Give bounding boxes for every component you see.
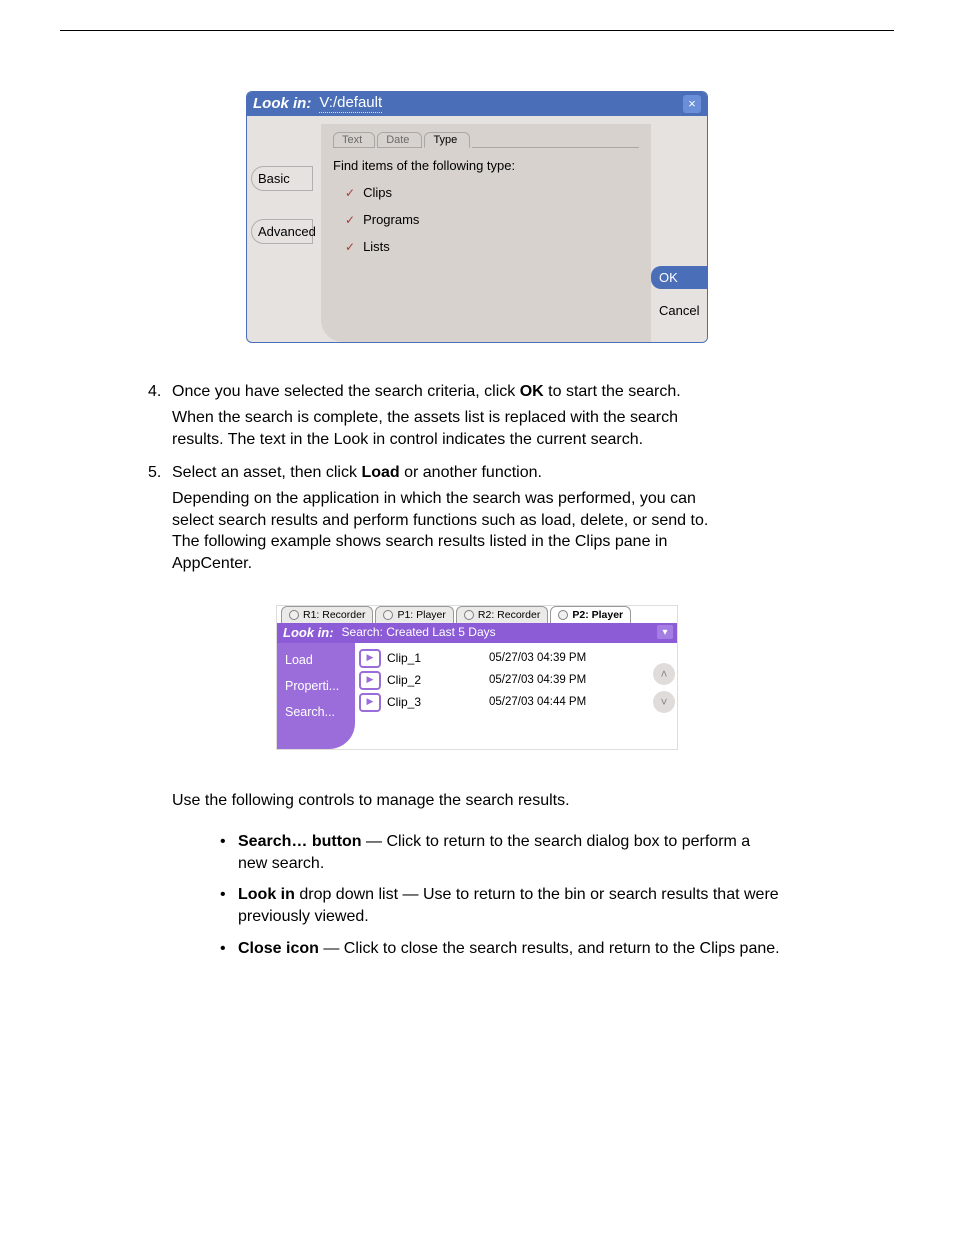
lookin-label: Look in: [253,95,311,112]
list-item[interactable]: ▶ Clip_2 05/27/03 04:39 PM [359,671,673,690]
use-controls-text: Use the following controls to manage the… [172,790,732,812]
tab-advanced[interactable]: Advanced [251,219,313,244]
lookin-value: Search: Created Last 5 Days [342,625,657,639]
step-number-4: 4. [148,383,172,401]
step-5-description: Depending on the application in which th… [172,488,732,574]
properties-button[interactable]: Properti... [285,679,355,693]
clip-name: Clip_2 [387,673,421,687]
clip-icon: ▶ [359,671,381,690]
status-dot-icon [464,610,474,620]
check-programs[interactable]: ✓ Programs [345,212,639,227]
top-horizontal-rule [60,30,894,31]
list-item[interactable]: ▶ Clip_3 05/27/03 04:44 PM [359,693,673,712]
tab-r1-recorder[interactable]: R1: Recorder [281,606,373,623]
lookin-dropdown-icon[interactable]: ▾ [657,625,673,639]
tab-r2-recorder[interactable]: R2: Recorder [456,606,548,623]
clip-name: Clip_3 [387,695,421,709]
check-icon: ✓ [345,213,355,227]
check-icon: ✓ [345,186,355,200]
step-4-description: When the search is complete, the assets … [172,407,732,450]
check-clips[interactable]: ✓ Clips [345,185,639,200]
search-type-dialog: Look in: V:/default × Basic Advanced Tex… [246,91,708,343]
clip-date: 05/27/03 04:39 PM [489,674,586,686]
find-items-label: Find items of the following type: [333,158,639,173]
check-programs-label: Programs [363,212,419,227]
subtab-type[interactable]: Type [424,132,470,148]
subtab-date[interactable]: Date [377,132,422,148]
step-4-text: Once you have selected the search criter… [172,383,681,401]
step-number-5: 5. [148,464,172,482]
clip-icon: ▶ [359,649,381,668]
close-icon[interactable]: × [683,95,701,113]
search-results-panel: R1: Recorder P1: Player R2: Recorder P2:… [276,605,678,750]
clip-name: Clip_1 [387,651,421,665]
tab-basic[interactable]: Basic [251,166,313,191]
clip-date: 05/27/03 04:44 PM [489,696,586,708]
tab-p2-player[interactable]: P2: Player [550,606,631,623]
check-icon: ✓ [345,240,355,254]
clip-icon: ▶ [359,693,381,712]
check-clips-label: Clips [363,185,392,200]
tab-p1-player[interactable]: P1: Player [375,606,453,623]
lookin-bar: Look in: Search: Created Last 5 Days ▾ [277,623,677,643]
lookin-label: Look in: [283,625,334,640]
status-dot-icon [289,610,299,620]
check-lists[interactable]: ✓ Lists [345,239,639,254]
lookin-path-dropdown[interactable]: V:/default [319,94,382,113]
list-item[interactable]: ▶ Clip_1 05/27/03 04:39 PM [359,649,673,668]
status-dot-icon [558,610,568,620]
channel-tabs: R1: Recorder P1: Player R2: Recorder P2:… [277,606,677,623]
status-dot-icon [383,610,393,620]
scroll-up-icon[interactable]: ˄ [653,663,675,685]
clip-date: 05/27/03 04:39 PM [489,652,586,664]
controls-bullet-list: •Search… button — Click to return to the… [220,831,780,959]
subtab-text[interactable]: Text [333,132,375,148]
step-5-text: Select an asset, then click Load or anot… [172,464,542,482]
dialog-header: Look in: V:/default × [247,92,707,116]
scroll-down-icon[interactable]: ˅ [653,691,675,713]
check-lists-label: Lists [363,239,390,254]
search-button[interactable]: Search... [285,705,355,719]
cancel-button[interactable]: Cancel [651,299,707,322]
load-button[interactable]: Load [285,653,355,667]
ok-button[interactable]: OK [651,266,707,289]
